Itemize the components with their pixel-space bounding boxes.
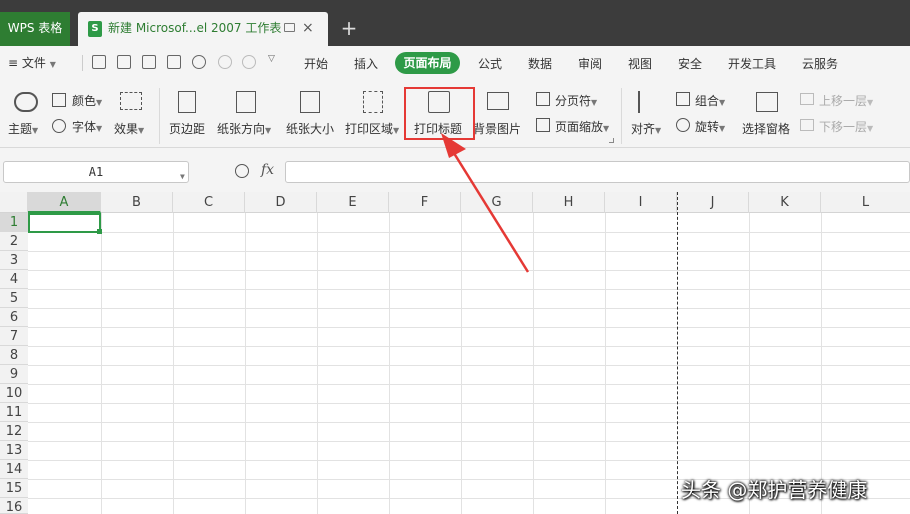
watermark: 头条 @郑护营养健康 <box>681 478 868 502</box>
annotation-arrow-shaft <box>450 149 530 273</box>
annotation-arrow <box>441 133 530 273</box>
wps-spreadsheet-window: WPS 表格 S 新建 Microsof...el 2007 工作表 × + ≡… <box>0 0 910 514</box>
annotation-arrow-head <box>441 133 466 158</box>
